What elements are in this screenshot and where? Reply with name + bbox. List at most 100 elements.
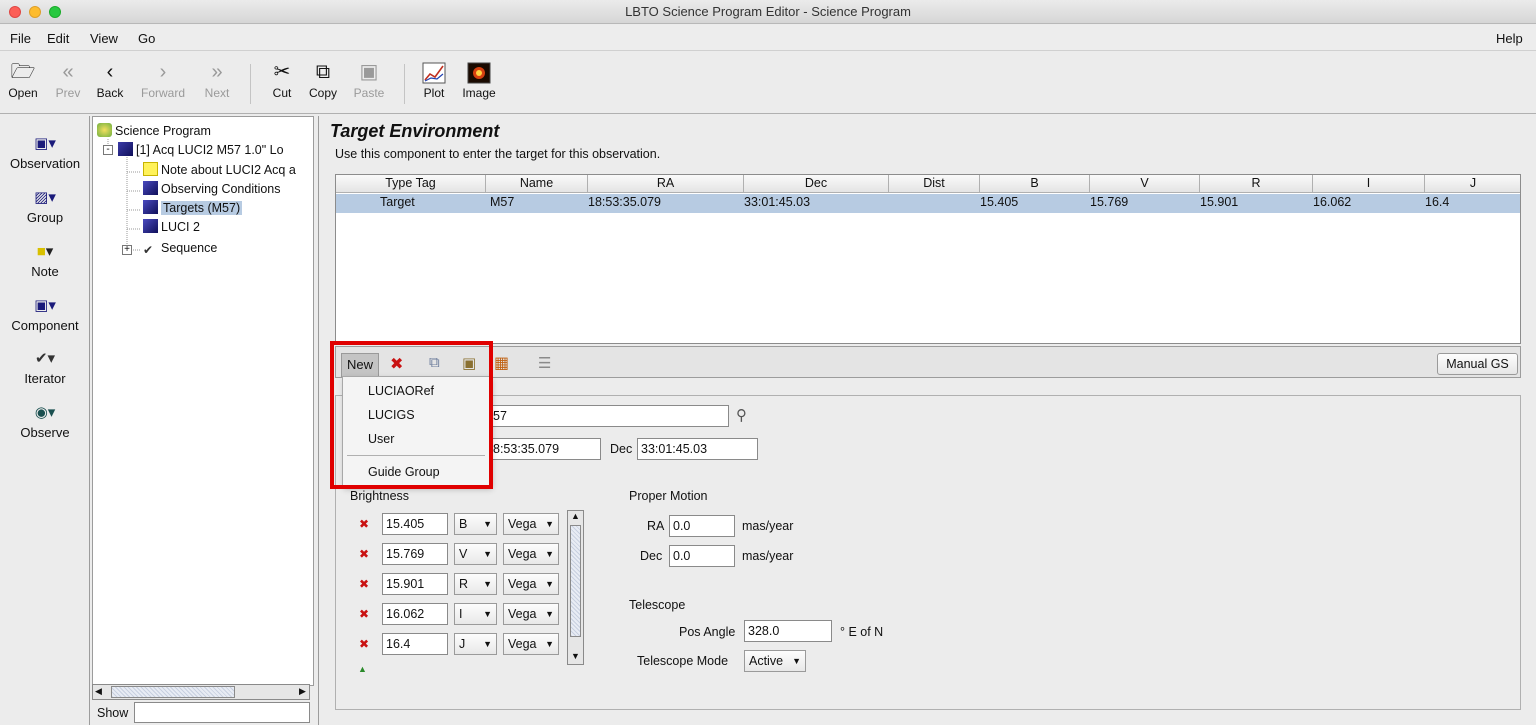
tree-node-science-program[interactable]: Science Program xyxy=(97,123,211,142)
band-select[interactable]: R ▼ xyxy=(454,573,497,595)
system-select[interactable]: Vega ▼ xyxy=(503,573,559,595)
pm-dec-input[interactable]: 0.0 xyxy=(669,545,735,567)
expand-icon[interactable]: + xyxy=(122,245,132,255)
plot-button[interactable]: Plot xyxy=(418,58,450,100)
collapse-icon[interactable]: - xyxy=(103,145,113,155)
chevron-down-icon: ▼ xyxy=(483,519,492,529)
column-header-dec[interactable]: Dec xyxy=(744,175,889,193)
system-select[interactable]: Vega ▼ xyxy=(503,543,559,565)
brightness-value-input[interactable]: 15.769 xyxy=(382,543,448,565)
tree-node-luci2[interactable]: LUCI 2 xyxy=(143,219,200,238)
proper-motion-label: Proper Motion xyxy=(629,489,708,503)
menu-go[interactable]: Go xyxy=(138,31,155,46)
plot-icon xyxy=(418,58,450,86)
pos-angle-input[interactable]: 328.0 xyxy=(744,620,832,642)
band-select[interactable]: J ▼ xyxy=(454,633,497,655)
paste-button[interactable]: ▣ Paste xyxy=(349,58,389,100)
image-button[interactable]: Image xyxy=(458,58,500,100)
component-icon: ▣▾ xyxy=(34,297,56,314)
column-header-type-tag[interactable]: Type Tag xyxy=(336,175,486,193)
copy-button[interactable]: ⧉ Copy xyxy=(305,58,341,100)
back-button[interactable]: ‹ Back xyxy=(94,58,126,100)
program-tree[interactable]: Science Program - [1] Acq LUCI2 M57 1.0"… xyxy=(92,116,314,686)
column-header-dist[interactable]: Dist xyxy=(889,175,980,193)
open-button[interactable]: 🗁 Open xyxy=(6,58,40,100)
palette-group[interactable]: ▨▾ Group xyxy=(0,188,90,225)
brightness-value-input[interactable]: 16.062 xyxy=(382,603,448,625)
sequence-node-icon: ✔ xyxy=(143,243,154,257)
tree-node-note[interactable]: Note about LUCI2 Acq a xyxy=(143,162,296,181)
list-icon[interactable]: ☰ xyxy=(538,354,551,372)
brightness-scrollbar[interactable]: ▲ ▼ xyxy=(567,510,584,665)
editor-title: Target Environment xyxy=(330,121,500,141)
system-select[interactable]: Vega ▼ xyxy=(503,513,559,535)
tree-node-sequence[interactable]: ✔ Sequence xyxy=(143,241,217,260)
chevron-down-icon: ▼ xyxy=(792,656,801,666)
column-header-r[interactable]: R xyxy=(1200,175,1313,193)
palette-note[interactable]: ■▾ Note xyxy=(0,242,90,279)
manual-gs-button[interactable]: Manual GS xyxy=(1437,353,1518,375)
palette-note-label: Note xyxy=(31,264,59,279)
cut-button[interactable]: ✂ Cut xyxy=(267,58,297,100)
menu-help[interactable]: Help xyxy=(1496,31,1523,46)
column-header-b[interactable]: B xyxy=(980,175,1090,193)
palette-component-label: Component xyxy=(11,318,79,333)
pos-angle-label: Pos Angle xyxy=(679,625,736,639)
telescope-label: Telescope xyxy=(629,598,686,612)
menu-view[interactable]: View xyxy=(90,31,118,46)
tree-node-observing-conditions[interactable]: Observing Conditions xyxy=(143,181,281,200)
system-select[interactable]: Vega ▼ xyxy=(503,603,559,625)
telescope-mode-select[interactable]: Active ▼ xyxy=(744,650,806,672)
band-select[interactable]: V ▼ xyxy=(454,543,497,565)
palette-observe[interactable]: ◉▾ Observe xyxy=(0,403,90,440)
remove-brightness-icon[interactable]: ✖ xyxy=(359,517,369,531)
pm-ra-label: RA xyxy=(647,519,665,533)
pm-ra-input[interactable]: 0.0 xyxy=(669,515,735,537)
column-header-name[interactable]: Name xyxy=(486,175,588,193)
search-icon[interactable]: ⚲ xyxy=(736,406,747,424)
palette-component[interactable]: ▣▾ Component xyxy=(0,296,90,333)
clipboard-icon: ▣ xyxy=(359,61,379,83)
system-select[interactable]: Vega ▼ xyxy=(503,633,559,655)
tree-node-targets[interactable]: Targets (M57) xyxy=(143,200,243,219)
scroll-thumb[interactable] xyxy=(570,525,581,637)
scroll-up-icon[interactable]: ▲ xyxy=(571,511,580,521)
forward-button[interactable]: › Forward xyxy=(136,58,190,100)
remove-brightness-icon[interactable]: ✖ xyxy=(359,547,369,561)
scroll-thumb[interactable] xyxy=(111,686,235,698)
prev-button[interactable]: « Prev xyxy=(51,58,85,100)
column-header-i[interactable]: I xyxy=(1313,175,1425,193)
table-cell: 16.4 xyxy=(1425,195,1450,209)
brightness-value-input[interactable]: 15.901 xyxy=(382,573,448,595)
scroll-right-icon[interactable]: ▶ xyxy=(299,686,306,697)
band-select[interactable]: B ▼ xyxy=(454,513,497,535)
column-header-v[interactable]: V xyxy=(1090,175,1200,193)
cut-label: Cut xyxy=(272,86,292,100)
palette-iterator[interactable]: ✔▾ Iterator xyxy=(0,349,90,386)
target-table[interactable]: Type Tag Name RA Dec Dist B V R I J Targ… xyxy=(335,174,1521,344)
remove-brightness-icon[interactable]: ✖ xyxy=(359,637,369,651)
brightness-value-input[interactable]: 15.405 xyxy=(382,513,448,535)
brightness-value-input[interactable]: 16.4 xyxy=(382,633,448,655)
column-header-ra[interactable]: RA xyxy=(588,175,744,193)
palette-observation[interactable]: ▣▾ Observation xyxy=(0,134,90,171)
tree-horizontal-scrollbar[interactable]: ◀ ▶ xyxy=(92,684,310,700)
remove-brightness-icon[interactable]: ✖ xyxy=(359,577,369,591)
next-button[interactable]: » Next xyxy=(199,58,235,100)
column-header-j[interactable]: J xyxy=(1425,175,1520,193)
duplicate-icon[interactable]: ▦ xyxy=(494,353,509,373)
tree-node-observation[interactable]: [1] Acq LUCI2 M57 1.0" Lo xyxy=(118,142,284,161)
dec-input[interactable]: 33:01:45.03 xyxy=(637,438,758,460)
scroll-left-icon[interactable]: ◀ xyxy=(95,686,102,697)
pm-ra-unit: mas/year xyxy=(742,519,794,533)
band-select[interactable]: I ▼ xyxy=(454,603,497,625)
add-brightness-icon[interactable]: ▲ xyxy=(358,664,367,674)
scroll-down-icon[interactable]: ▼ xyxy=(571,651,580,661)
show-filter-input[interactable] xyxy=(134,702,310,723)
menu-edit[interactable]: Edit xyxy=(47,31,69,46)
remove-brightness-icon[interactable]: ✖ xyxy=(359,607,369,621)
menu-file[interactable]: File xyxy=(10,31,31,46)
tree-node-label: LUCI 2 xyxy=(161,220,200,234)
ra-input[interactable]: 8:53:35.079 xyxy=(489,438,601,460)
target-name-input[interactable]: 57 xyxy=(489,405,729,427)
